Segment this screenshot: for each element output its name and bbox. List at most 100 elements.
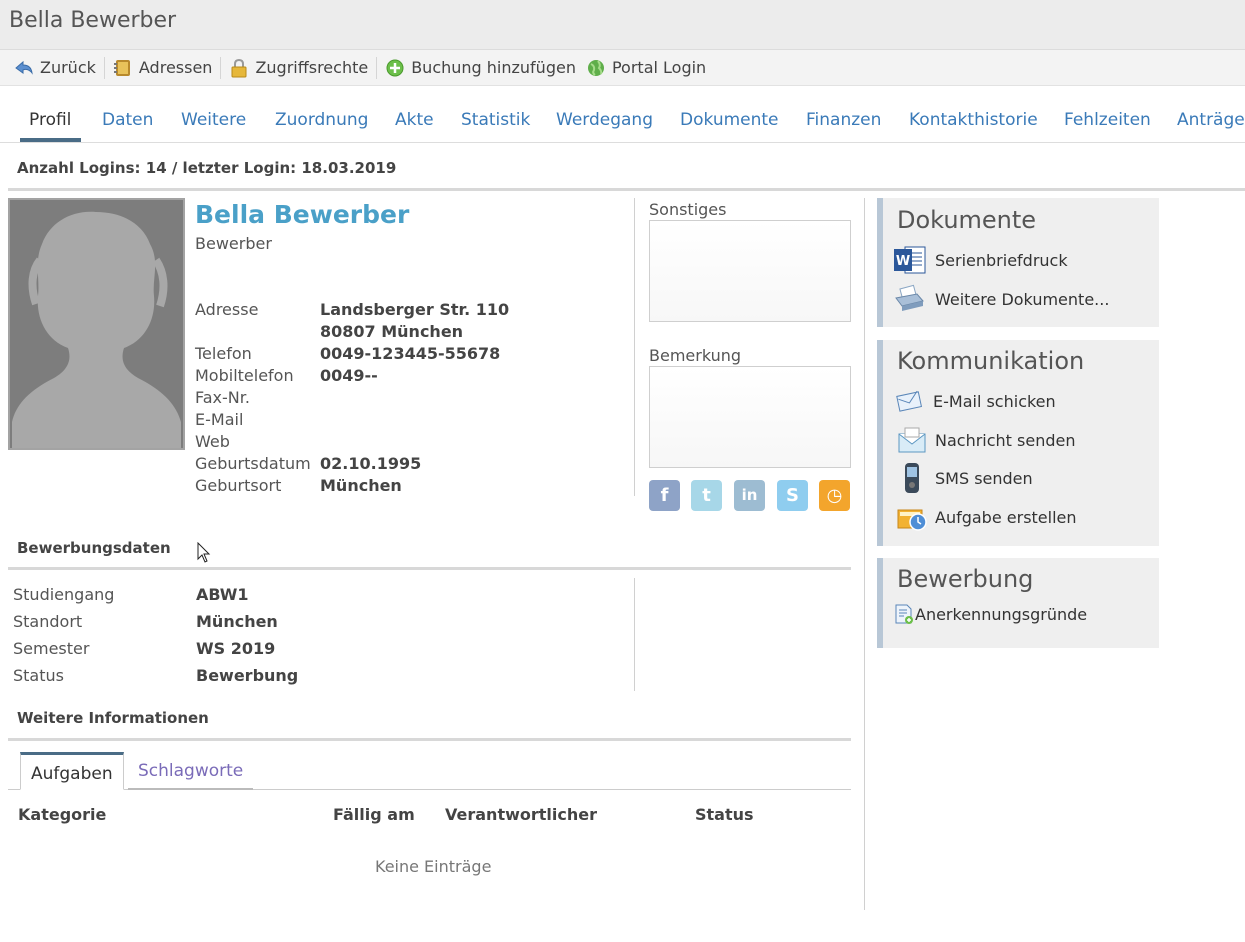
subtab-tasks[interactable]: Aufgaben	[20, 752, 124, 790]
birthplace-label: Geburtsort	[195, 476, 282, 495]
printer-icon	[893, 282, 927, 316]
subtab-keywords[interactable]: Schlagworte	[128, 752, 254, 790]
email-label: E-Mail	[195, 410, 244, 429]
fax-label: Fax-Nr.	[195, 388, 250, 407]
send-message-label: Nachricht senden	[935, 430, 1076, 450]
add-booking-button[interactable]: Buchung hinzufügen	[383, 55, 584, 81]
linkedin-glyph: in	[741, 486, 758, 504]
column-divider	[634, 198, 635, 496]
more-documents-link[interactable]: Weitere Dokumente...	[893, 282, 1109, 316]
sidebar-divider	[864, 198, 865, 910]
lock-icon	[229, 58, 249, 78]
mobile-value[interactable]: 0049--	[320, 366, 378, 385]
tab-finanzen[interactable]: Finanzen	[806, 110, 881, 130]
tab-profil[interactable]: Profil	[29, 110, 71, 130]
addresses-button[interactable]: Adressen	[111, 55, 221, 81]
send-sms-label: SMS senden	[935, 468, 1033, 488]
column-header-status[interactable]: Status	[695, 805, 754, 824]
semester-label: Semester	[13, 639, 90, 658]
tab-kontakthistorie[interactable]: Kontakthistorie	[909, 110, 1038, 130]
more-documents-label: Weitere Dokumente...	[935, 289, 1110, 309]
tab-statistik[interactable]: Statistik	[461, 110, 530, 130]
window-titlebar: Bella Bewerber	[0, 0, 1245, 50]
login-info: Anzahl Logins: 14 / letzter Login: 18.03…	[17, 159, 397, 177]
tab-weitere[interactable]: Weitere	[181, 110, 246, 130]
tab-fehlzeiten[interactable]: Fehlzeiten	[1064, 110, 1151, 130]
birthplace-value: München	[320, 476, 402, 495]
back-button[interactable]: Zurück	[12, 55, 104, 81]
send-email-link[interactable]: E-Mail schicken	[895, 384, 1056, 418]
column-header-responsible[interactable]: Verantwortlicher	[445, 805, 597, 824]
study-program-label: Studiengang	[13, 585, 115, 604]
application-section-title: Bewerbungsdaten	[17, 539, 171, 557]
documents-panel-title: Dokumente	[897, 206, 1037, 234]
tab-dokumente[interactable]: Dokumente	[680, 110, 779, 130]
portal-login-button[interactable]: Portal Login	[584, 55, 714, 81]
profile-photo-placeholder[interactable]	[8, 198, 185, 450]
back-arrow-icon	[14, 58, 34, 78]
access-rights-button[interactable]: Zugriffsrechte	[227, 55, 376, 81]
divider	[8, 188, 1245, 191]
send-sms-link[interactable]: SMS senden	[897, 461, 1033, 495]
application-panel: Bewerbung Anerkennungsgründe	[877, 558, 1159, 648]
facebook-glyph: f	[660, 485, 669, 506]
facebook-icon[interactable]: f	[649, 480, 680, 511]
skype-icon[interactable]: S	[777, 480, 808, 511]
add-circle-icon	[385, 58, 405, 78]
tab-werdegang[interactable]: Werdegang	[556, 110, 653, 130]
mouse-cursor-icon	[197, 542, 211, 563]
remark-textarea[interactable]	[649, 366, 851, 468]
toolbar-divider	[103, 56, 105, 79]
addresses-label: Adressen	[138, 58, 213, 77]
tab-daten[interactable]: Daten	[102, 110, 153, 130]
document-add-icon	[893, 603, 915, 625]
skype-glyph: S	[786, 485, 799, 506]
documents-panel: Dokumente W Serienbriefdruck Weitere Dok…	[877, 198, 1159, 327]
create-task-label: Aufgabe erstellen	[935, 507, 1077, 527]
column-header-category[interactable]: Kategorie	[18, 805, 106, 824]
tab-akte[interactable]: Akte	[395, 110, 434, 130]
linkedin-icon[interactable]: in	[734, 480, 765, 511]
column-header-due-date[interactable]: Fällig am	[333, 805, 415, 824]
create-task-link[interactable]: Aufgabe erstellen	[897, 500, 1077, 534]
serial-letter-print-label: Serienbriefdruck	[935, 250, 1068, 270]
window-title: Bella Bewerber	[9, 8, 177, 33]
access-rights-label: Zugriffsrechte	[255, 58, 369, 77]
mobile-phone-icon	[897, 461, 927, 495]
study-program-value: ABW1	[196, 585, 249, 604]
person-role: Bewerber	[195, 234, 272, 253]
application-panel-title: Bewerbung	[897, 565, 1034, 593]
divider	[8, 567, 851, 570]
remark-label: Bemerkung	[649, 346, 742, 365]
address-book-icon	[113, 58, 133, 78]
toolbar-divider	[220, 56, 222, 79]
silhouette-icon	[10, 200, 183, 448]
communication-panel-title: Kommunikation	[897, 347, 1085, 375]
column-divider	[634, 578, 635, 691]
birthdate-value: 02.10.1995	[320, 454, 422, 473]
phone-label: Telefon	[195, 344, 252, 363]
empty-table-message: Keine Einträge	[375, 857, 492, 876]
status-value: Bewerbung	[196, 666, 299, 685]
toolbar-divider	[376, 56, 378, 79]
other-textarea[interactable]	[649, 220, 851, 322]
twitter-glyph: t	[702, 485, 711, 506]
word-document-icon: W	[893, 243, 927, 277]
globe-icon	[586, 58, 606, 78]
clock-icon[interactable]: ◷	[819, 480, 850, 511]
send-message-link[interactable]: Nachricht senden	[897, 423, 1076, 457]
svg-text:W: W	[896, 254, 910, 269]
recognition-reasons-link[interactable]: Anerkennungsgründe	[893, 603, 1087, 625]
send-email-label: E-Mail schicken	[933, 391, 1056, 411]
mobile-label: Mobiltelefon	[195, 366, 294, 385]
active-tab-indicator	[20, 138, 81, 142]
address-line2: 80807 München	[320, 322, 464, 341]
twitter-icon[interactable]: t	[691, 480, 722, 511]
recognition-reasons-label: Anerkennungsgründe	[915, 604, 1088, 624]
tab-zuordnung[interactable]: Zuordnung	[275, 110, 368, 130]
phone-value[interactable]: 0049-123445-55678	[320, 344, 500, 363]
tab-antraege[interactable]: Anträge	[1177, 110, 1245, 130]
serial-letter-print-link[interactable]: W Serienbriefdruck	[893, 243, 1068, 277]
other-label: Sonstiges	[649, 200, 727, 219]
location-label: Standort	[13, 612, 83, 631]
